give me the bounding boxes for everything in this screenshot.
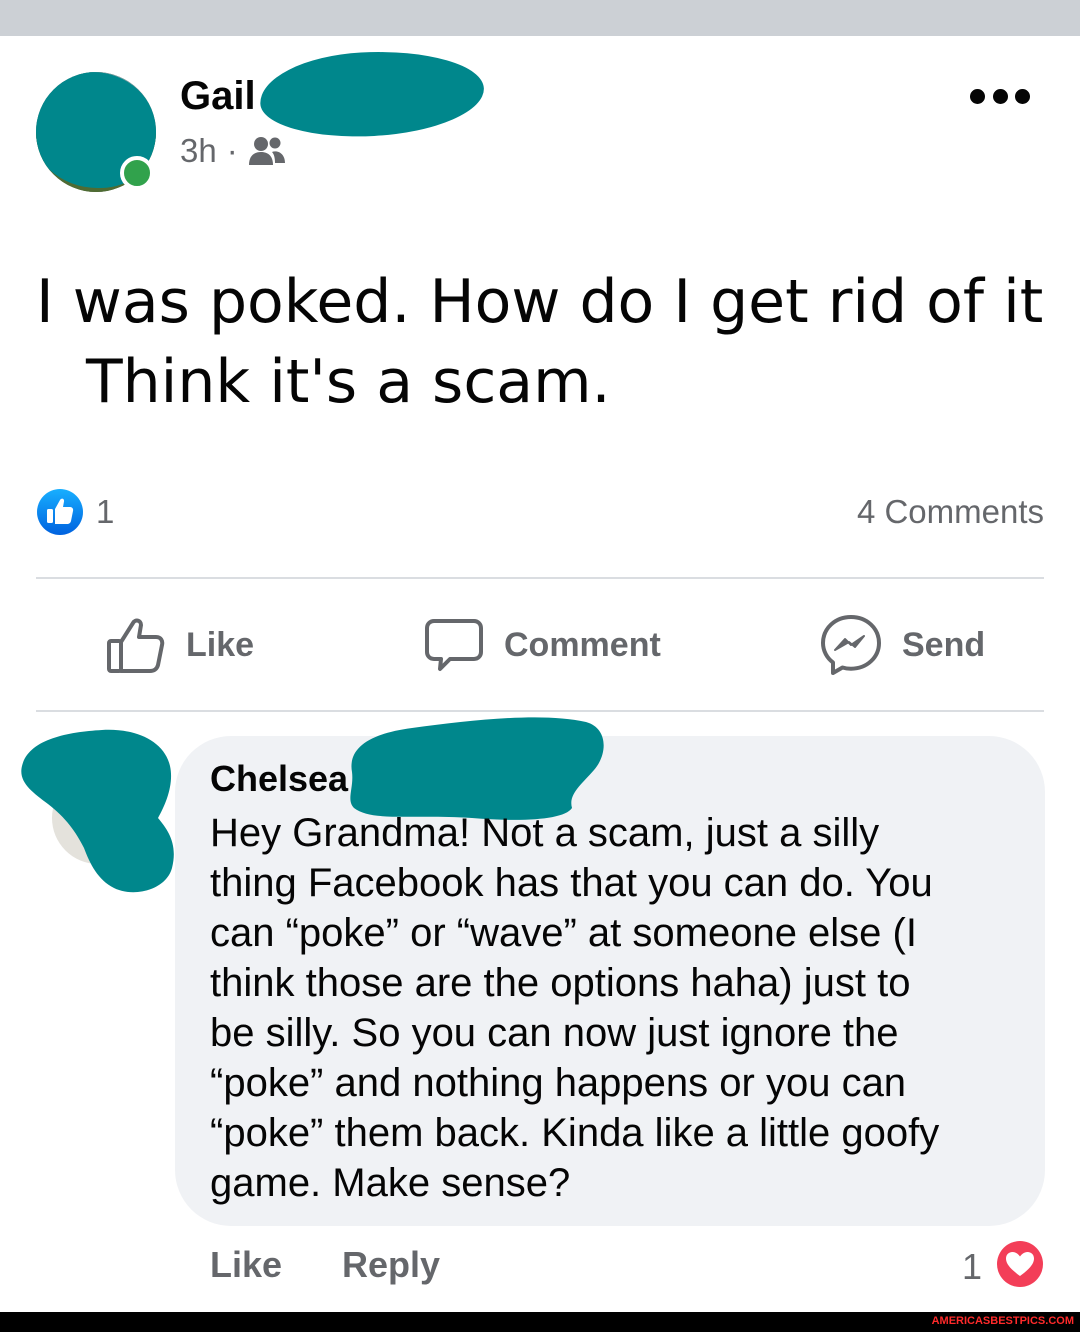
- send-button[interactable]: Send: [820, 612, 985, 678]
- top-status-strip: [0, 0, 1080, 36]
- comment-text-line: be silly. So you can now just ignore the: [210, 1011, 899, 1055]
- comments-count[interactable]: 4 Comments: [857, 493, 1044, 531]
- meta-separator: ·: [226, 132, 238, 169]
- post-text: I was poked. How do I get rid of it Thin…: [36, 262, 1046, 422]
- more-options-button[interactable]: [970, 82, 1030, 110]
- post-text-line-2: Think it's a scam.: [86, 347, 611, 417]
- comment-text-line: Hey Grandma! Not a scam, just a silly: [210, 811, 880, 855]
- comment-like-button[interactable]: Like: [210, 1244, 282, 1286]
- comment-author-name[interactable]: Chelsea: [210, 758, 348, 800]
- comment-text-line: “poke” and nothing happens or you can: [210, 1061, 907, 1105]
- messenger-icon: [821, 615, 881, 675]
- comment-text: Hey Grandma! Not a scam, just a silly th…: [210, 808, 1025, 1208]
- post-text-line-1: I was poked. How do I get rid of it: [36, 267, 1044, 337]
- like-count[interactable]: 1: [96, 493, 114, 531]
- post-timestamp[interactable]: 3h: [180, 132, 217, 170]
- comment-button-label: Comment: [504, 625, 661, 664]
- watermark: AMERICASBESTPICS.COM: [931, 1315, 1074, 1327]
- more-dot-icon: [1015, 88, 1030, 104]
- name-redaction-mark: [257, 46, 487, 142]
- love-icon[interactable]: [996, 1240, 1044, 1288]
- send-button-label: Send: [902, 625, 986, 664]
- like-button[interactable]: Like: [106, 612, 254, 678]
- online-status-dot: [120, 156, 154, 190]
- more-dot-icon: [970, 88, 985, 104]
- comment-reply-button[interactable]: Reply: [342, 1244, 440, 1286]
- thumbs-up-icon: [107, 618, 165, 673]
- footer-bar: [0, 1312, 1080, 1332]
- comment-reaction-count[interactable]: 1: [962, 1246, 982, 1288]
- post-author-name[interactable]: Gail: [180, 74, 256, 119]
- friends-icon[interactable]: [248, 135, 286, 167]
- comment-icon: [425, 619, 483, 671]
- like-button-label: Like: [186, 625, 255, 664]
- comment-text-line: thing Facebook has that you can do. You: [210, 861, 933, 905]
- commenter-avatar[interactable]: [18, 726, 178, 898]
- comment-text-line: think those are the options haha) just t…: [210, 961, 911, 1005]
- author-avatar[interactable]: [36, 72, 156, 192]
- comment-text-line: “poke” them back. Kinda like a little go…: [210, 1111, 940, 1155]
- more-dot-icon: [992, 88, 1008, 104]
- comment-text-line: game. Make sense?: [210, 1161, 571, 1205]
- like-reaction-icon[interactable]: [36, 488, 84, 536]
- post-meta: 3h ·: [180, 132, 286, 170]
- comment-button[interactable]: Comment: [424, 612, 661, 678]
- comment-text-line: can “poke” or “wave” at someone else (I: [210, 911, 917, 955]
- divider: [36, 577, 1044, 579]
